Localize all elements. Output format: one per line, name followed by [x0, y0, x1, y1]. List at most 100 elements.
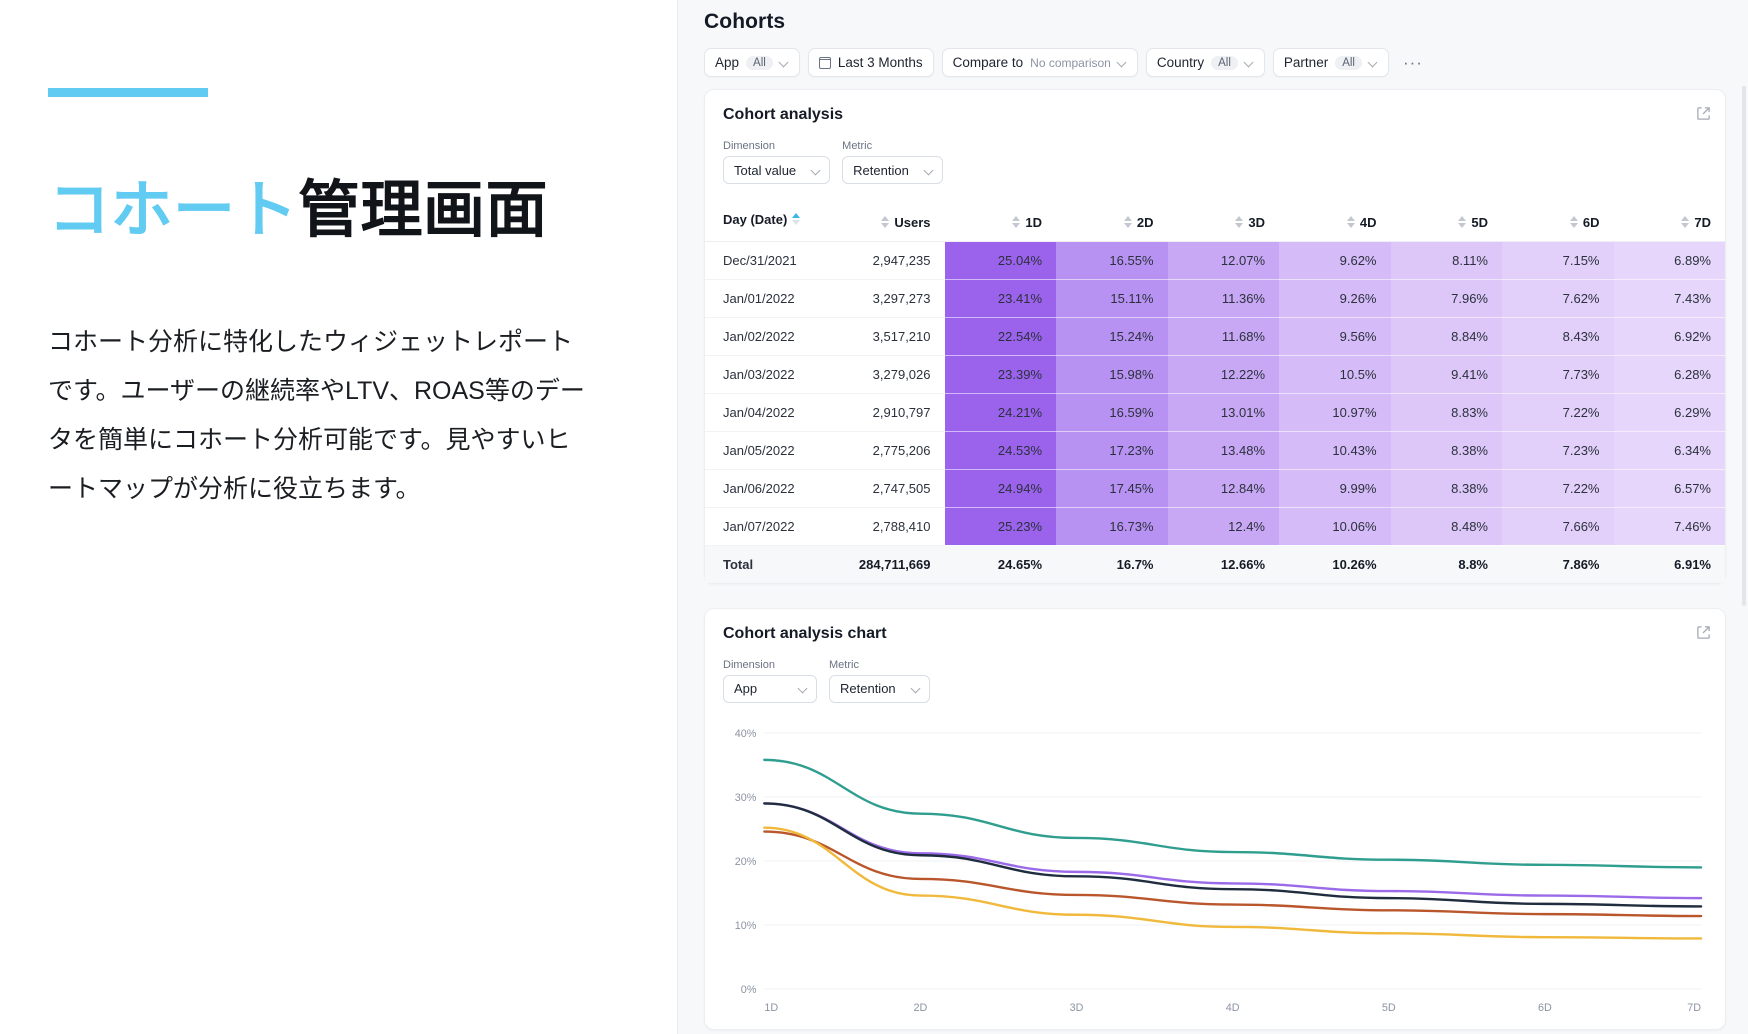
cell-retention-5d: 8.84% — [1390, 317, 1502, 356]
cell-retention-2d: 15.24% — [1056, 317, 1168, 356]
cell-users: 2,788,410 — [833, 507, 945, 546]
x-axis-tick-label: 7D — [1687, 1001, 1701, 1013]
sort-arrows-icon — [1569, 216, 1578, 228]
cell-day: Jan/02/2022 — [705, 317, 833, 356]
cell-retention-5d: 8.11% — [1390, 241, 1502, 280]
column-header-users[interactable]: Users — [833, 198, 945, 242]
cell-users: 3,297,273 — [833, 279, 945, 318]
table-row[interactable]: Jan/06/2022 2,747,505 24.94% 17.45% 12.84% 9.… — [705, 469, 1725, 508]
chart-metric-group: Metric Retention — [829, 659, 930, 703]
cell-users: 2,747,505 — [833, 469, 945, 508]
filter-compare-label: Compare to — [952, 55, 1024, 70]
cohort-chart-title: Cohort analysis chart — [723, 624, 887, 642]
chevron-down-icon — [812, 166, 821, 175]
column-header-label: Day (Date) — [723, 211, 788, 227]
filter-compare-value: No comparison — [1030, 55, 1111, 70]
cell-retention-2d: 15.11% — [1056, 279, 1168, 318]
column-header-6d[interactable]: 6D — [1502, 198, 1614, 242]
table-selectors: Dimension Total value Metric Retention — [705, 124, 1725, 198]
cell-retention-7d: 6.92% — [1613, 317, 1725, 356]
chevron-down-icon — [1369, 58, 1378, 67]
cell-retention-3d: 12.4% — [1167, 507, 1279, 546]
cell-retention-3d: 12.22% — [1167, 355, 1279, 394]
table-row[interactable]: Jan/04/2022 2,910,797 24.21% 16.59% 13.01% 10… — [705, 393, 1725, 432]
filter-country-label: Country — [1156, 55, 1205, 70]
table-row[interactable]: Dec/31/2021 2,947,235 25.04% 16.55% 12.07% 9.… — [705, 241, 1725, 280]
cell-retention-3d: 13.01% — [1167, 393, 1279, 432]
filter-country[interactable]: Country All — [1145, 48, 1265, 77]
column-header-5d[interactable]: 5D — [1390, 198, 1502, 242]
filter-partner[interactable]: Partner All — [1272, 48, 1389, 77]
chevron-down-icon — [1118, 58, 1127, 67]
cell-day: Jan/07/2022 — [705, 507, 833, 546]
cohort-chart-card: Cohort analysis chart Dimension App Metr… — [704, 607, 1726, 1030]
column-header-day-date[interactable]: Day (Date) — [705, 198, 833, 242]
cell-retention-4d: 9.26% — [1279, 279, 1391, 318]
total-6d: 7.86% — [1502, 544, 1614, 583]
cohort-table-body: Dec/31/2021 2,947,235 25.04% 16.55% 12.07% 9.… — [705, 241, 1725, 546]
y-axis-tick-label: 20% — [735, 855, 757, 867]
x-axis-tick-label: 3D — [1070, 1001, 1084, 1013]
table-row[interactable]: Jan/02/2022 3,517,210 22.54% 15.24% 11.68% 9.… — [705, 317, 1725, 356]
column-header-label: 3D — [1248, 214, 1265, 230]
cell-users: 3,517,210 — [833, 317, 945, 356]
table-metric-value: Retention — [853, 162, 909, 178]
page-title-rest: 管理画面 — [298, 176, 549, 245]
sort-arrows-icon — [1012, 216, 1021, 228]
table-row[interactable]: Jan/05/2022 2,775,206 24.53% 17.23% 13.48% 10… — [705, 431, 1725, 470]
external-link-icon[interactable] — [1696, 625, 1711, 640]
line-series-purple — [764, 803, 1701, 898]
filter-app-value: All — [746, 55, 773, 70]
cell-day: Jan/06/2022 — [705, 469, 833, 508]
table-row[interactable]: Jan/07/2022 2,788,410 25.23% 16.73% 12.4% 10.… — [705, 507, 1725, 546]
cell-retention-4d: 9.99% — [1279, 469, 1391, 508]
cell-users: 2,947,235 — [833, 241, 945, 280]
sort-arrows-icon — [1346, 216, 1355, 228]
table-row[interactable]: Jan/01/2022 3,297,273 23.41% 15.11% 11.36% 9.… — [705, 279, 1725, 318]
chart-dimension-select[interactable]: App — [723, 674, 817, 703]
cell-retention-5d: 8.38% — [1390, 431, 1502, 470]
sort-arrows-icon — [1123, 216, 1132, 228]
column-header-label: 5D — [1471, 214, 1488, 230]
table-metric-select[interactable]: Retention — [842, 156, 943, 184]
filter-app[interactable]: App All — [704, 48, 800, 77]
column-header-label: 4D — [1359, 214, 1377, 230]
total-3d: 12.66% — [1167, 544, 1279, 583]
filter-app-label: App — [715, 55, 740, 70]
chart-metric-value: Retention — [840, 681, 896, 696]
table-dimension-select[interactable]: Total value — [723, 156, 831, 184]
cell-retention-1d: 25.23% — [944, 507, 1056, 546]
filter-compare-to[interactable]: Compare to No comparison — [941, 48, 1138, 77]
column-header-3d[interactable]: 3D — [1167, 198, 1279, 242]
x-axis-tick-label: 5D — [1382, 1001, 1396, 1013]
y-axis-tick-label: 10% — [735, 919, 757, 931]
cell-retention-4d: 10.06% — [1279, 507, 1391, 546]
chart-metric-select[interactable]: Retention — [829, 674, 930, 703]
cell-retention-2d: 15.98% — [1056, 355, 1168, 394]
table-row[interactable]: Jan/03/2022 3,279,026 23.39% 15.98% 12.22% 10… — [705, 355, 1725, 394]
table-total-row: Total 284,711,669 24.65% 16.7% 12.66% 10.26% 8… — [705, 544, 1725, 583]
column-header-1d[interactable]: 1D — [944, 198, 1056, 242]
chart-metric-label: Metric — [829, 658, 859, 671]
page-title: コホート管理画面 — [48, 175, 629, 246]
chart-dimension-group: Dimension App — [723, 659, 817, 703]
cell-retention-2d: 16.73% — [1056, 507, 1168, 546]
external-link-icon[interactable] — [1696, 106, 1711, 121]
cell-retention-6d: 7.22% — [1502, 393, 1614, 432]
filter-date-label: Last 3 Months — [837, 55, 923, 70]
vertical-scrollbar[interactable] — [1742, 86, 1746, 606]
filter-country-value: All — [1211, 55, 1238, 70]
column-header-7d[interactable]: 7D — [1613, 198, 1725, 242]
filter-date-range[interactable]: Last 3 Months — [807, 48, 934, 77]
column-header-2d[interactable]: 2D — [1056, 198, 1168, 242]
column-header-4d[interactable]: 4D — [1279, 198, 1391, 242]
cell-retention-1d: 24.21% — [944, 393, 1056, 432]
cell-retention-7d: 7.43% — [1613, 279, 1725, 318]
table-dimension-group: Dimension Total value — [723, 140, 831, 184]
cell-retention-5d: 8.48% — [1390, 507, 1502, 546]
x-axis-tick-label: 2D — [914, 1001, 928, 1013]
more-options-icon[interactable]: ··· — [1397, 54, 1429, 71]
retention-line-chart: 0% 10% 20% 30% 40% 1D 2D 3D 4D 5D 6D 7D — [705, 717, 1725, 1029]
cell-retention-2d: 17.45% — [1056, 469, 1168, 508]
cohort-table: Day (Date) Users 1D 2D 3D 4D 5D 6D 7D Dec/31/202… — [705, 198, 1725, 583]
